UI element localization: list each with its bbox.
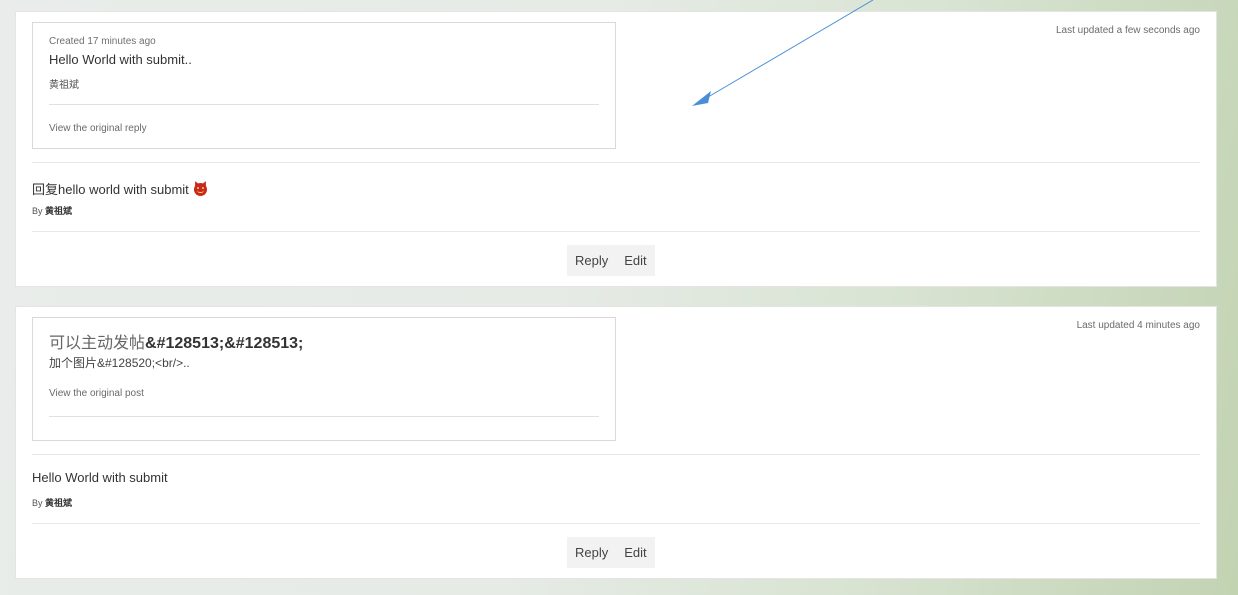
message-author: 黄祖斌 [45, 498, 73, 508]
quote-title: Hello World with submit.. [49, 52, 192, 67]
quote-subtitle: 加个图片&#128520;<br/>.. [49, 356, 190, 370]
action-bar: Reply Edit [567, 537, 655, 568]
by-line: By 黄祖斌 [32, 496, 72, 509]
message-title: 回复hello world with submit [32, 182, 189, 197]
view-original-post-link[interactable]: View the original post [49, 388, 144, 399]
quote-divider [49, 104, 599, 105]
quote-title: 可以主动发帖&#128513;&#128513; [49, 329, 303, 353]
quote-divider [49, 416, 599, 417]
post-card: Last updated 4 minutes ago 可以主动发帖&#12851… [15, 306, 1217, 579]
quote-author: 黄祖斌 [49, 80, 79, 91]
divider [32, 454, 1200, 455]
last-updated: Last updated 4 minutes ago [1076, 320, 1200, 331]
divider [32, 162, 1200, 163]
by-prefix: By [32, 498, 43, 508]
last-updated: Last updated a few seconds ago [1056, 25, 1200, 36]
divider [32, 523, 1200, 524]
by-line: By 黄祖斌 [32, 204, 72, 217]
reply-button[interactable]: Reply [567, 537, 616, 568]
devil-face-icon [193, 183, 207, 196]
quoted-post: 可以主动发帖&#128513;&#128513; 加个图片&#128520;<b… [32, 317, 616, 441]
post-card: Last updated a few seconds ago Created 1… [15, 11, 1217, 287]
by-prefix: By [32, 206, 43, 216]
reply-button[interactable]: Reply [567, 245, 616, 276]
action-bar: Reply Edit [567, 245, 655, 276]
quoted-reply: Created 17 minutes ago Hello World with … [32, 22, 616, 149]
message-title-row: 回复hello world with submit [32, 179, 207, 199]
view-original-reply-link[interactable]: View the original reply [49, 123, 147, 134]
divider [32, 231, 1200, 232]
quote-title-entities: &#128513;&#128513; [145, 335, 304, 352]
message-author: 黄祖斌 [45, 206, 73, 216]
message-title: Hello World with submit [32, 470, 168, 485]
quote-created: Created 17 minutes ago [49, 36, 156, 47]
quote-title-text: 可以主动发帖 [49, 333, 146, 352]
edit-button[interactable]: Edit [616, 245, 654, 276]
edit-button[interactable]: Edit [616, 537, 654, 568]
